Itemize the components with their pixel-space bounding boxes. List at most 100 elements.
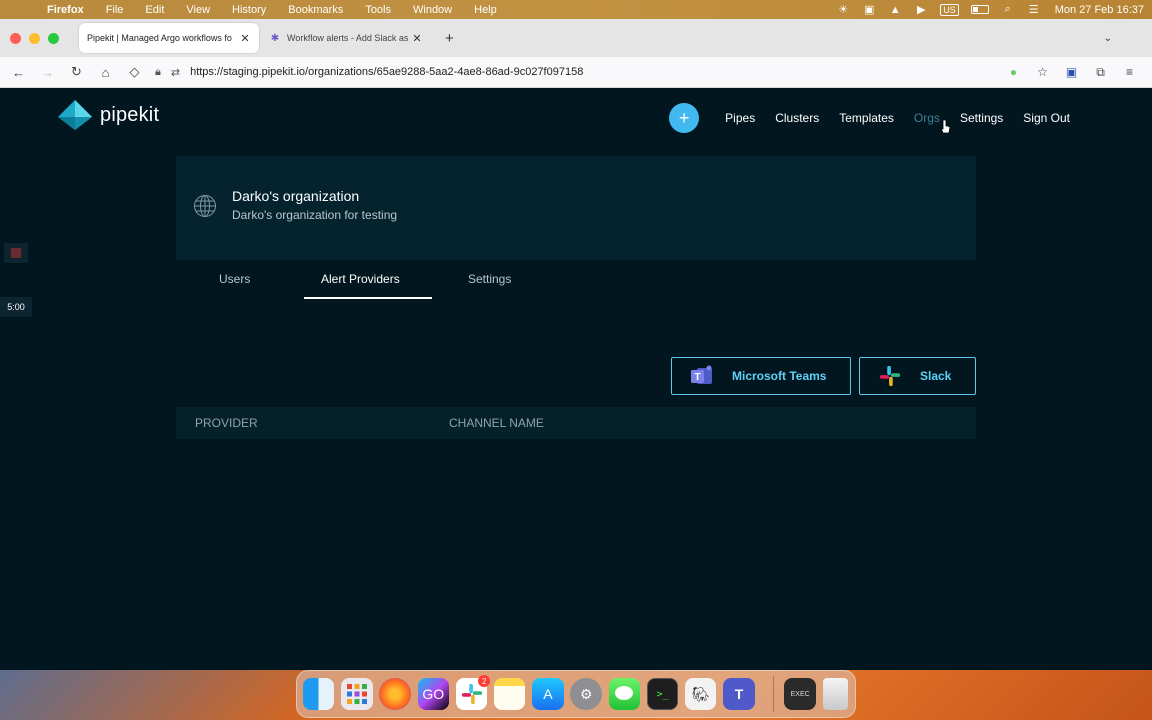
tracking-shield-icon[interactable]: ◇ <box>120 64 149 80</box>
add-button[interactable]: + <box>669 103 700 133</box>
dock-separator <box>773 676 775 712</box>
new-tab-button[interactable]: + <box>445 30 454 47</box>
org-description: Darko's organization for testing <box>232 208 398 222</box>
goland-icon[interactable]: GO <box>417 678 450 710</box>
extension-dot-icon[interactable]: ● <box>999 65 1028 79</box>
menu-bookmarks[interactable]: Bookmarks <box>277 4 354 16</box>
minimize-window-button[interactable] <box>29 32 40 44</box>
browser-tabbar: Pipekit | Managed Argo workflows fo ✕ ✱ … <box>0 19 1152 57</box>
close-tab-icon[interactable]: ✕ <box>239 32 251 45</box>
add-microsoft-teams-button[interactable]: T Microsoft Teams <box>671 357 851 395</box>
pipekit-logo[interactable]: pipekit <box>58 100 159 130</box>
pipekit-app: pipekit + Pipes Clusters Templates Orgs … <box>0 88 1152 670</box>
back-arrow-icon[interactable]: ← <box>4 65 33 80</box>
extensions-icon[interactable]: ⧉ <box>1086 65 1115 80</box>
add-slack-button[interactable]: Slack <box>859 357 976 395</box>
console-icon[interactable]: EXEC <box>784 678 816 710</box>
browser-toolbar-right: ● ☆ ▣ ⧉ ≡ <box>999 65 1152 80</box>
input-source-badge[interactable]: US <box>940 3 959 16</box>
play-icon[interactable]: ▶ <box>914 4 928 16</box>
active-tab-indicator <box>304 297 432 299</box>
nav-sign-out[interactable]: Sign Out <box>1023 111 1070 125</box>
menu-edit[interactable]: Edit <box>134 4 175 16</box>
menubar-clock[interactable]: Mon 27 Feb 16:37 <box>1055 4 1144 16</box>
app-header: pipekit + Pipes Clusters Templates Orgs … <box>0 88 1152 148</box>
lock-icon: 🔒︎ <box>155 65 161 78</box>
column-provider: PROVIDER <box>195 416 258 430</box>
globe-icon <box>194 195 216 217</box>
menu-file[interactable]: File <box>95 4 135 16</box>
alert-providers-table-header: PROVIDER CHANNEL NAME <box>176 407 976 439</box>
brightness-icon[interactable]: ☀ <box>836 4 850 16</box>
tab-favicon-icon: ✱ <box>270 32 280 44</box>
battery-icon[interactable] <box>970 5 989 14</box>
nav-clusters[interactable]: Clusters <box>775 111 819 125</box>
menu-history[interactable]: History <box>221 4 277 16</box>
mouse-pointer-icon <box>940 119 951 134</box>
microsoft-teams-icon: T <box>691 365 712 384</box>
nav-templates[interactable]: Templates <box>839 111 894 125</box>
slack-label: Slack <box>920 369 952 383</box>
slack-notification-badge: 2 <box>478 675 491 687</box>
browser-tab-pipekit[interactable]: Pipekit | Managed Argo workflows fo ✕ <box>79 23 259 53</box>
logo-text: pipekit <box>100 103 160 126</box>
recording-stop-button[interactable] <box>4 243 28 263</box>
url-bar[interactable]: 🔒︎ ⇄ https://staging.pipekit.io/organiza… <box>155 66 583 79</box>
menu-app-name[interactable]: Firefox <box>36 4 95 16</box>
vpn-icon[interactable]: ▲ <box>888 4 902 16</box>
stop-icon <box>11 248 21 258</box>
org-subtabs: Users Alert Providers Settings <box>176 272 976 300</box>
home-icon[interactable]: ⌂ <box>91 65 120 80</box>
forward-arrow-icon[interactable]: → <box>33 65 62 80</box>
bookmark-star-icon[interactable]: ☆ <box>1028 65 1057 79</box>
close-window-button[interactable] <box>10 32 21 44</box>
menu-view[interactable]: View <box>175 4 221 16</box>
app-store-icon[interactable]: A <box>532 678 564 710</box>
firefox-icon[interactable] <box>379 678 411 710</box>
pocket-icon[interactable]: ▣ <box>1057 65 1086 79</box>
trash-icon[interactable] <box>822 678 849 710</box>
window-controls <box>10 32 67 44</box>
slack-dock-icon[interactable]: 2 <box>455 675 491 710</box>
finder-icon[interactable] <box>303 678 335 710</box>
control-center-icon[interactable]: ☰ <box>1027 4 1041 16</box>
browser-tab-workflow-alerts[interactable]: ✱ Workflow alerts - Add Slack as a ✕ <box>261 23 431 53</box>
nav-settings[interactable]: Settings <box>960 111 1003 125</box>
macos-menubar: Firefox File Edit View History Bookmarks… <box>0 0 1152 19</box>
zoom-window-button[interactable] <box>48 32 59 44</box>
launchpad-icon[interactable] <box>341 678 373 710</box>
column-channel-name: CHANNEL NAME <box>449 416 544 430</box>
permissions-icon[interactable]: ⇄ <box>171 66 180 79</box>
pipekit-logo-icon <box>58 100 92 130</box>
terminal-icon[interactable]: >_ <box>646 678 679 710</box>
tab-settings[interactable]: Settings <box>468 272 511 286</box>
pgadmin-icon[interactable]: 🐘︎ <box>685 678 717 710</box>
tab-list-chevron-icon[interactable]: ⌄ <box>1104 33 1112 44</box>
status-area: ☀ ▣ ▲ ▶ US ⌕ ☰ Mon 27 Feb 16:37 <box>830 3 1152 16</box>
tab-users[interactable]: Users <box>219 272 250 286</box>
system-settings-icon[interactable]: ⚙ <box>570 678 602 710</box>
notes-icon[interactable] <box>494 678 526 710</box>
microsoft-teams-label: Microsoft Teams <box>732 369 827 383</box>
messages-icon[interactable] <box>608 678 641 710</box>
menu-tools[interactable]: Tools <box>354 4 402 16</box>
docker-icon[interactable]: ▣ <box>862 4 876 16</box>
top-navigation: + Pipes Clusters Templates Orgs Settings… <box>669 103 1080 133</box>
menu-help[interactable]: Help <box>463 4 508 16</box>
menu-window[interactable]: Window <box>402 4 463 16</box>
org-name: Darko's organization <box>232 188 360 204</box>
url-text[interactable]: https://staging.pipekit.io/organizations… <box>190 66 583 78</box>
svg-text:T: T <box>694 372 700 383</box>
search-icon[interactable]: ⌕ <box>1001 3 1015 16</box>
app-menu-icon[interactable]: ≡ <box>1115 65 1144 79</box>
tab-title: Pipekit | Managed Argo workflows fo <box>87 33 232 43</box>
teams-dock-icon[interactable]: T <box>723 678 755 710</box>
tab-alert-providers[interactable]: Alert Providers <box>321 272 400 286</box>
tab-title: Workflow alerts - Add Slack as a <box>287 33 411 43</box>
reload-icon[interactable]: ↻ <box>62 64 91 80</box>
nav-pipes[interactable]: Pipes <box>725 111 755 125</box>
nav-orgs[interactable]: Orgs <box>914 111 940 125</box>
recording-timer: 5:00 <box>0 297 32 317</box>
close-tab-icon[interactable]: ✕ <box>411 32 423 45</box>
slack-icon <box>879 365 901 387</box>
